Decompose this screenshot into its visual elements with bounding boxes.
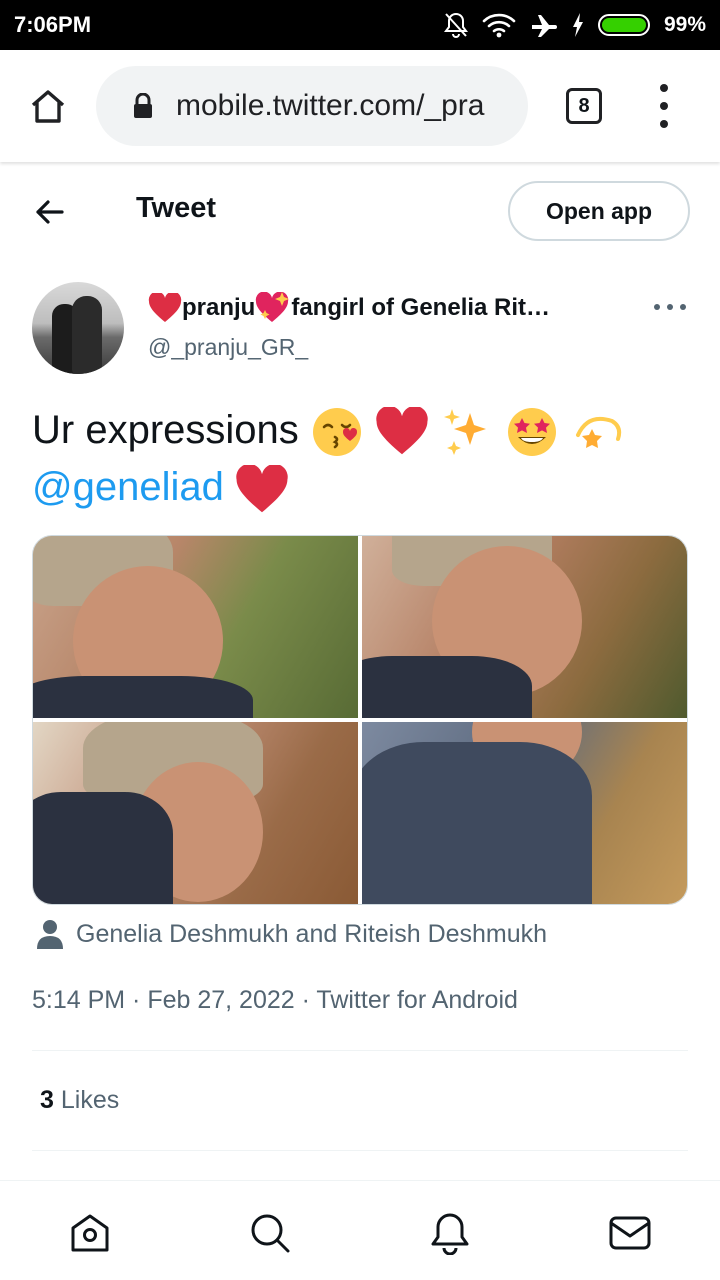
photo-credit[interactable]: Genelia Deshmukh and Riteish Deshmukh <box>36 916 547 952</box>
likes-label: Likes <box>60 1086 120 1114</box>
battery-icon <box>597 14 650 36</box>
browser-home-button[interactable] <box>0 50 96 162</box>
dizzy-emoji-icon <box>576 417 622 449</box>
mail-icon[interactable] <box>608 1211 652 1255</box>
open-app-button[interactable]: Open app <box>508 181 690 241</box>
tweet-body: Ur expressions <box>32 408 299 452</box>
kissing-face-emoji-icon <box>312 408 361 457</box>
person-icon <box>37 920 63 949</box>
page-title: Tweet <box>136 192 217 224</box>
heart-emoji-icon <box>376 407 428 455</box>
url-text: mobile.twitter.com/_pra <box>176 89 485 122</box>
status-time: 7:06PM <box>14 12 92 37</box>
photo-credit-text: Genelia Deshmukh and Riteish Deshmukh <box>76 919 548 948</box>
tweet-author: pranju fangirl of Genelia Rit… @_pranju_… <box>32 282 692 378</box>
status-bar: 7:06PM 99% <box>0 0 720 50</box>
heart-emoji-icon <box>236 464 288 513</box>
bottom-nav <box>0 1180 720 1280</box>
sparkles-emoji-icon <box>444 409 487 456</box>
browser-toolbar: mobile.twitter.com/_pra 8 <box>0 50 720 162</box>
mention-link[interactable]: @geneliad <box>32 465 224 509</box>
home-icon[interactable] <box>68 1211 112 1255</box>
tweet-photo-3[interactable] <box>33 722 358 904</box>
charging-icon <box>572 13 583 37</box>
divider <box>32 1150 688 1151</box>
tweet-text: Ur expressions @geneliad <box>32 402 692 515</box>
back-arrow-icon[interactable] <box>30 192 70 232</box>
airplane-icon <box>531 15 557 37</box>
bell-icon[interactable] <box>428 1211 472 1255</box>
author-name-suffix: fangirl of Genelia Rit… <box>291 294 551 321</box>
heart-emoji-icon <box>148 293 182 322</box>
author-handle[interactable]: @_pranju_GR_ <box>148 334 308 361</box>
more-icon[interactable] <box>654 302 686 312</box>
url-bar[interactable]: mobile.twitter.com/_pra <box>96 66 528 146</box>
author-name[interactable]: pranju fangirl of Genelia Rit… <box>148 292 550 324</box>
page-header: Tweet Open app <box>0 162 720 260</box>
battery-percent: 99% <box>663 13 706 36</box>
home-icon <box>31 90 65 123</box>
likes-number: 3 <box>40 1086 54 1114</box>
tweet-media-grid <box>32 535 688 905</box>
lock-icon <box>134 93 152 118</box>
sparkling-heart-icon <box>256 292 290 322</box>
wifi-icon <box>482 13 516 38</box>
status-icons: 99% <box>443 12 706 38</box>
tweet-photo-1[interactable] <box>33 536 358 718</box>
mute-icon <box>443 12 468 38</box>
author-name-text: pranju <box>182 294 256 321</box>
likes-count[interactable]: 3 Likes <box>40 1086 119 1115</box>
tweet-photo-4[interactable] <box>362 722 687 904</box>
search-icon[interactable] <box>248 1211 292 1255</box>
star-struck-emoji-icon <box>508 408 557 457</box>
avatar[interactable] <box>32 282 124 374</box>
browser-menu-button[interactable] <box>650 84 678 128</box>
tab-switcher-button[interactable]: 8 <box>566 88 602 124</box>
tweet-meta: 5:14 PM · Feb 27, 2022 · Twitter for And… <box>32 986 518 1014</box>
divider <box>32 1050 688 1051</box>
tweet-photo-2[interactable] <box>362 536 687 718</box>
